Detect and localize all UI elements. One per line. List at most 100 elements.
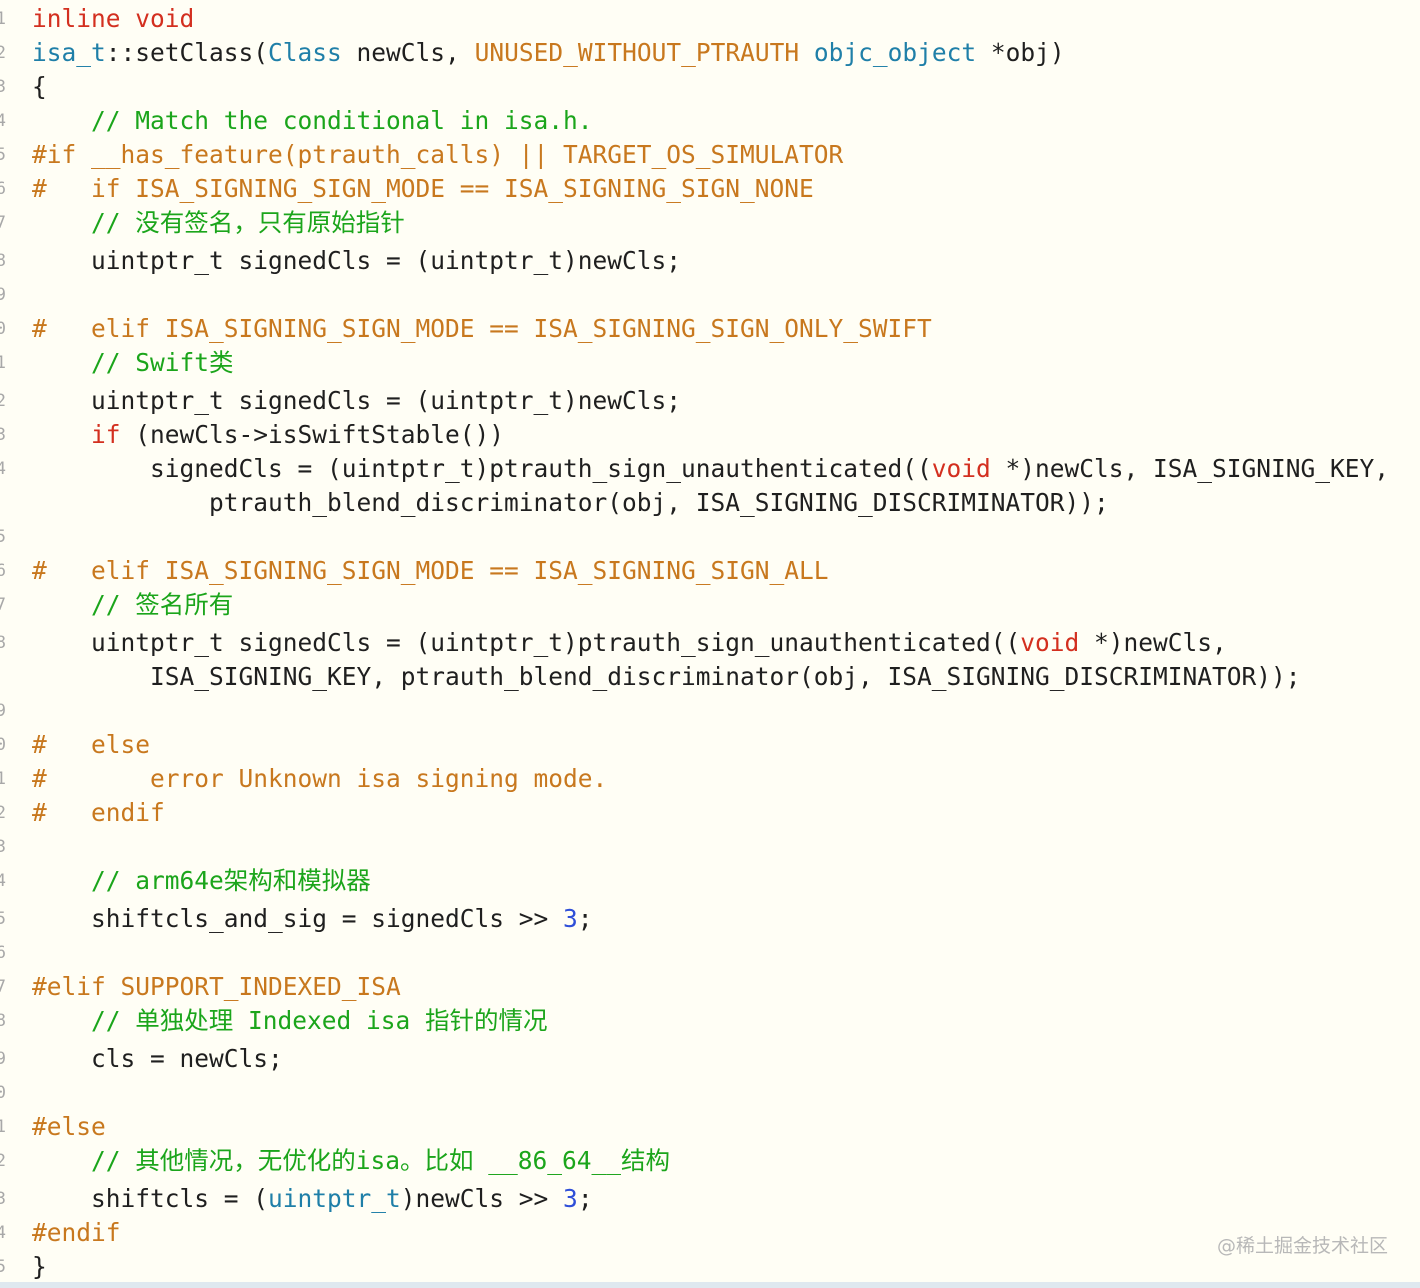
line-number: 4 <box>0 871 6 891</box>
code-line[interactable]: 1 inline void <box>0 2 1420 36</box>
code-line[interactable]: 4 // Match the conditional in isa.h. <box>0 104 1420 138</box>
code-line[interactable]: 3 <box>0 830 1420 864</box>
code-line[interactable]: 6 # elif ISA_SIGNING_SIGN_MODE == ISA_SIG… <box>0 554 1420 588</box>
code-token-plain: { <box>32 72 47 101</box>
code-text: uintptr_t signedCls = (uintptr_t)newCls; <box>32 244 681 278</box>
code-line[interactable]: 2 // 其他情况，无优化的isa。比如 __86_64__结构 <box>0 1144 1420 1178</box>
line-number: 2 <box>0 391 6 411</box>
code-line[interactable]: 8 uintptr_t signedCls = (uintptr_t)newCl… <box>0 244 1420 278</box>
code-token-plain: ptrauth_blend_discriminator(obj, ISA_SIG… <box>32 488 1109 517</box>
code-token-plain: uintptr_t signedCls = (uintptr_t)newCls; <box>32 246 682 275</box>
code-line[interactable]: ptrauth_blend_discriminator(obj, ISA_SIG… <box>0 486 1420 520</box>
code-line[interactable]: 6 # if ISA_SIGNING_SIGN_MODE == ISA_SIGNI… <box>0 172 1420 206</box>
line-number: 7 <box>0 213 6 233</box>
line-number: 4 <box>0 1223 6 1243</box>
line-number: 9 <box>0 285 6 305</box>
code-editor[interactable]: 1 inline void 2 isa_t::setClass(Class newCl… <box>0 0 1420 1288</box>
code-token-preproc: #elif SUPPORT_INDEXED_ISA <box>32 972 401 1001</box>
code-line[interactable]: 3{ <box>0 70 1420 104</box>
code-line[interactable]: 7 #elif SUPPORT_INDEXED_ISA <box>0 970 1420 1004</box>
line-number: 2 <box>0 43 6 63</box>
code-token-plain: )newCls >> <box>400 1184 564 1213</box>
line-number: 5 <box>0 1257 6 1277</box>
line-number: 8 <box>0 633 6 653</box>
code-text: ISA_SIGNING_KEY, ptrauth_blend_discrimin… <box>32 660 1301 694</box>
code-line[interactable]: 9 <box>0 278 1420 312</box>
code-line[interactable]: 8 uintptr_t signedCls = (uintptr_t)ptrau… <box>0 626 1420 660</box>
code-token-preproc: # elif ISA_SIGNING_SIGN_MODE == ISA_SIGN… <box>32 556 829 585</box>
code-line[interactable]: 0 # elif ISA_SIGNING_SIGN_MODE == ISA_SIG… <box>0 312 1420 346</box>
code-token-plain: ISA_SIGNING_KEY, ptrauth_blend_discrimin… <box>32 662 1301 691</box>
code-line[interactable]: 5 shiftcls_and_sig = signedCls >> 3; <box>0 902 1420 936</box>
code-token-preproc: #if __has_feature(ptrauth_calls) || TARG… <box>32 140 844 169</box>
code-line[interactable]: 3 shiftcls = (uintptr_t)newCls >> 3; <box>0 1182 1420 1216</box>
line-number: 4 <box>0 111 6 131</box>
code-text: #elif SUPPORT_INDEXED_ISA <box>32 970 401 1004</box>
code-text: inline void <box>32 2 194 36</box>
code-line[interactable]: 4 #endif <box>0 1216 1420 1250</box>
code-text: { <box>32 70 47 104</box>
code-line[interactable]: 1 // Swift类 <box>0 346 1420 380</box>
code-line[interactable]: 0 # else <box>0 728 1420 762</box>
code-text: // 没有签名，只有原始指针 <box>32 206 405 240</box>
code-line[interactable]: 9 <box>0 694 1420 728</box>
code-line[interactable]: 2 # endif <box>0 796 1420 830</box>
code-token-plain: newCls, <box>341 38 475 67</box>
code-line[interactable]: 9 cls = newCls; <box>0 1042 1420 1076</box>
code-token-keyword: inline void <box>32 4 195 33</box>
code-line[interactable]: 2 isa_t::setClass(Class newCls, UNUSED_WI… <box>0 36 1420 70</box>
line-number: 8 <box>0 1011 6 1031</box>
code-line[interactable]: ISA_SIGNING_KEY, ptrauth_blend_discrimin… <box>0 660 1420 694</box>
code-line[interactable]: 7 // 没有签名，只有原始指针 <box>0 206 1420 240</box>
code-token-type: isa_t <box>32 38 106 67</box>
code-token-plain: *)newCls, <box>1079 628 1227 657</box>
code-text: # error Unknown isa signing mode. <box>32 762 607 796</box>
code-line[interactable]: 4 signedCls = (uintptr_t)ptrauth_sign_un… <box>0 452 1420 486</box>
code-token-comment: // Swift类 <box>32 348 234 377</box>
line-number: 6 <box>0 943 6 963</box>
code-line[interactable]: 5 <box>0 520 1420 554</box>
line-number: 0 <box>0 735 6 755</box>
code-token-preproc: # else <box>32 730 151 759</box>
code-token-comment: // 单独处理 Indexed isa 指针的情况 <box>32 1006 548 1035</box>
code-line[interactable]: 7 // 签名所有 <box>0 588 1420 622</box>
code-text: # elif ISA_SIGNING_SIGN_MODE == ISA_SIGN… <box>32 312 932 346</box>
code-text: shiftcls = (uintptr_t)newCls >> 3; <box>32 1182 593 1216</box>
line-number: 7 <box>0 977 6 997</box>
line-number: 3 <box>0 425 6 445</box>
line-number: 5 <box>0 145 6 165</box>
code-token-preproc: # endif <box>32 798 165 827</box>
code-token-preproc: #else <box>32 1112 106 1141</box>
code-text: # elif ISA_SIGNING_SIGN_MODE == ISA_SIGN… <box>32 554 829 588</box>
code-token-preproc: # error Unknown isa signing mode. <box>32 764 608 793</box>
line-number: 2 <box>0 803 6 823</box>
line-number: 9 <box>0 701 6 721</box>
code-line[interactable]: 1 #else <box>0 1110 1420 1144</box>
line-number: 4 <box>0 459 6 479</box>
line-number: 8 <box>0 251 6 271</box>
code-text: // Swift类 <box>32 346 234 380</box>
code-token-comment: // Match the conditional in isa.h. <box>32 106 593 135</box>
code-line[interactable]: 1 # error Unknown isa signing mode. <box>0 762 1420 796</box>
code-token-comment: // arm64e架构和模拟器 <box>32 866 371 895</box>
code-line[interactable]: 4 // arm64e架构和模拟器 <box>0 864 1420 898</box>
code-token-plain: shiftcls = ( <box>32 1184 269 1213</box>
code-text: // 签名所有 <box>32 588 233 622</box>
code-line[interactable]: 8 // 单独处理 Indexed isa 指针的情况 <box>0 1004 1420 1038</box>
code-token-plain: ; <box>577 1184 593 1213</box>
code-text: # endif <box>32 796 165 830</box>
code-token-type: uintptr_t <box>268 1184 401 1213</box>
code-line[interactable]: 0 <box>0 1076 1420 1110</box>
code-text: // Match the conditional in isa.h. <box>32 104 593 138</box>
code-text: uintptr_t signedCls = (uintptr_t)newCls; <box>32 384 681 418</box>
code-line[interactable]: 5 #if __has_feature(ptrauth_calls) || TAR… <box>0 138 1420 172</box>
code-token-plain: ; <box>577 904 593 933</box>
code-line[interactable]: 2 uintptr_t signedCls = (uintptr_t)newCl… <box>0 384 1420 418</box>
code-token-plain: cls = newCls; <box>32 1044 283 1073</box>
code-line[interactable]: 5} <box>0 1250 1420 1284</box>
code-token-plain: } <box>32 1252 47 1281</box>
code-line[interactable]: 6 <box>0 936 1420 970</box>
code-text: // arm64e架构和模拟器 <box>32 864 371 898</box>
code-line[interactable]: 3 if (newCls->isSwiftStable()) <box>0 418 1420 452</box>
code-text: #else <box>32 1110 106 1144</box>
